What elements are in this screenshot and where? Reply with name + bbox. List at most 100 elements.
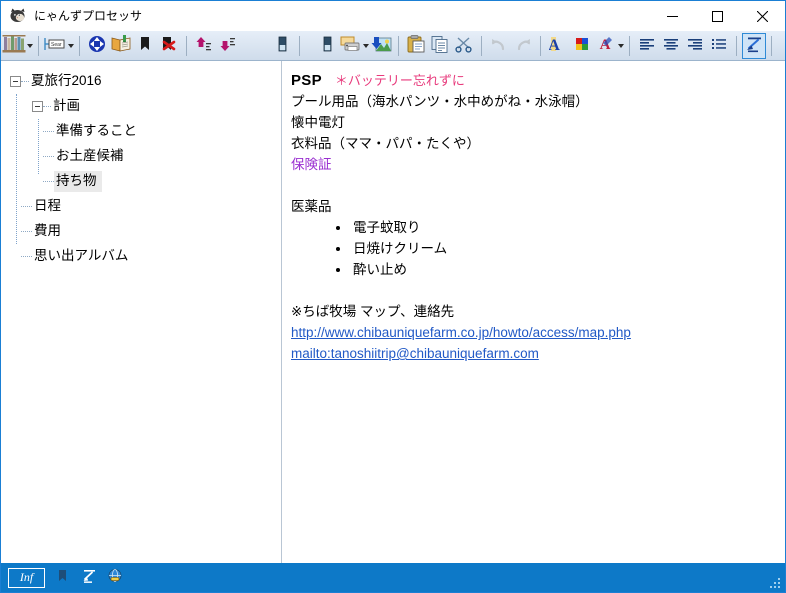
font-letter-a-icon: A — [548, 34, 567, 57]
toolbar-separator — [38, 35, 39, 56]
expander-minus-icon[interactable] — [10, 76, 21, 87]
text-color-dropdown-arrow[interactable] — [618, 33, 624, 59]
hyperlink-icon — [744, 34, 764, 57]
doc-line-pool: プール用品（海水パンツ・水中めがね・水泳帽） — [291, 94, 589, 109]
minimize-button[interactable] — [650, 1, 695, 31]
list-item: 日焼けクリーム — [336, 238, 785, 259]
tree-node-3[interactable]: お土産候補 — [1, 144, 279, 169]
tree-node-label: 日程 — [34, 198, 61, 213]
copy-documents-icon — [430, 34, 450, 57]
insert-image-button[interactable] — [369, 33, 393, 59]
cat-icon — [9, 7, 27, 25]
copy-button[interactable] — [428, 33, 452, 59]
tree-node-label: 思い出アルバム — [34, 248, 129, 263]
outline-tree-pane[interactable]: 夏旅行2016 計画 準備すること お土産候補 持ち物 日程 費用 思い出アルバ… — [1, 61, 279, 563]
tree-connector — [21, 230, 32, 233]
info-button[interactable]: Inf — [8, 567, 45, 588]
align-center-button[interactable] — [659, 33, 683, 59]
tree-node-5[interactable]: 日程 — [1, 194, 279, 219]
outline-tree: 夏旅行2016 計画 準備すること お土産候補 持ち物 日程 費用 思い出アルバ… — [1, 69, 279, 269]
toolbar-separator — [629, 35, 630, 56]
document-body: PSP ＊バッテリー忘れずに プール用品（海水パンツ・水中めがね・水泳帽） 懐中電… — [291, 70, 785, 364]
doc-line-flashlight: 懐中電灯 — [291, 115, 345, 130]
list-item: 電子蚊取り — [336, 217, 785, 238]
print-button[interactable] — [339, 33, 363, 59]
open-book-button[interactable] — [109, 33, 133, 59]
align-right-button[interactable] — [683, 33, 707, 59]
doc-line-map-note: ※ちば牧場 マップ、連絡先 — [291, 304, 455, 319]
toolbar-separator — [540, 35, 541, 56]
tree-node-7[interactable]: 思い出アルバム — [1, 244, 279, 269]
map-url-link[interactable]: http://www.chibauniquefarm.co.jp/howto/a… — [291, 325, 631, 340]
navigate-button[interactable] — [85, 33, 109, 59]
printer-icon — [339, 34, 363, 57]
toggle-doc-panel-button[interactable] — [315, 33, 339, 59]
doc-blank-line — [291, 175, 785, 196]
align-left-button[interactable] — [635, 33, 659, 59]
label-field-button[interactable]: Sear — [44, 33, 68, 59]
label-field-dropdown-arrow[interactable] — [68, 33, 74, 59]
paste-button[interactable] — [404, 33, 428, 59]
bookmark-icon — [137, 34, 153, 57]
doc-line-psp: PSP ＊バッテリー忘れずに — [291, 70, 785, 91]
tree-node-label: お土産候補 — [56, 148, 124, 163]
blue-four-arrows-icon — [87, 34, 107, 57]
status-hyperlink-button[interactable] — [80, 568, 97, 588]
tree-node-2[interactable]: 準備すること — [1, 119, 279, 144]
red-letter-a-icon: A — [597, 34, 615, 57]
tree-connector — [21, 205, 32, 208]
resize-grip[interactable] — [769, 577, 782, 590]
bookmark-delete-icon — [159, 34, 179, 57]
bookmark-delete-button[interactable] — [157, 33, 181, 59]
undo-arrow-icon — [489, 34, 509, 57]
tree-connector — [43, 105, 51, 108]
expander-minus-icon[interactable] — [32, 101, 43, 112]
redo-button[interactable] — [511, 33, 535, 59]
tree-connector — [21, 255, 32, 258]
mailto-link[interactable]: mailto:tanoshiitrip@chibauniquefarm.com — [291, 346, 539, 361]
status-web-link-button[interactable] — [106, 568, 123, 588]
move-down-button[interactable] — [216, 33, 240, 59]
cut-button[interactable] — [452, 33, 476, 59]
move-up-button[interactable] — [192, 33, 216, 59]
toggle-panel-button[interactable] — [270, 33, 294, 59]
arrow-up-outdent-icon — [195, 34, 213, 57]
svg-text:A: A — [549, 37, 560, 54]
doc-blank-line — [291, 280, 785, 301]
open-book-icon — [110, 34, 132, 57]
tree-node-0[interactable]: 夏旅行2016 — [1, 69, 279, 94]
toolbar-separator — [771, 35, 772, 56]
redo-arrow-icon — [513, 34, 533, 57]
doc-line-clothes: 衣料品（ママ・パパ・たくや） — [291, 136, 480, 151]
window-title: にゃんずプロセッサ — [34, 9, 143, 23]
bullet-list-button[interactable] — [707, 33, 731, 59]
tree-connector — [43, 155, 54, 158]
tree-connector — [43, 130, 54, 133]
document-editor-pane[interactable]: PSP ＊バッテリー忘れずに プール用品（海水パンツ・水中めがね・水泳帽） 懐中電… — [284, 61, 785, 563]
tree-node-6[interactable]: 費用 — [1, 219, 279, 244]
bookshelf-button[interactable] — [2, 33, 27, 59]
list-item: 酔い止め — [336, 259, 785, 280]
text-color-button[interactable]: A — [594, 33, 618, 59]
bookmark-add-button[interactable] — [133, 33, 157, 59]
status-bookmark-button[interactable] — [54, 568, 71, 588]
tree-node-4[interactable]: 持ち物 — [1, 169, 279, 194]
close-button[interactable] — [740, 1, 785, 31]
color-palette-button[interactable] — [570, 33, 594, 59]
undo-button[interactable] — [487, 33, 511, 59]
psp-text: PSP — [291, 72, 322, 89]
font-button[interactable]: A — [546, 33, 570, 59]
tree-node-1[interactable]: 計画 — [1, 94, 279, 119]
medicine-list: 電子蚊取り 日焼けクリーム 酔い止め — [291, 217, 785, 280]
maximize-button[interactable] — [695, 1, 740, 31]
bookshelf-dropdown-arrow[interactable] — [27, 33, 33, 59]
bookmark-icon — [56, 568, 69, 587]
globe-link-icon — [107, 568, 123, 587]
psp-note-text: ＊バッテリー忘れずに — [334, 73, 465, 88]
doc-heading-medicine: 医薬品 — [291, 199, 332, 214]
svg-text:Sear: Sear — [51, 42, 62, 48]
tree-connector — [43, 180, 54, 183]
toolbar-separator — [398, 35, 399, 56]
bullet-list-icon — [710, 34, 728, 57]
hyperlink-button[interactable] — [742, 32, 766, 59]
